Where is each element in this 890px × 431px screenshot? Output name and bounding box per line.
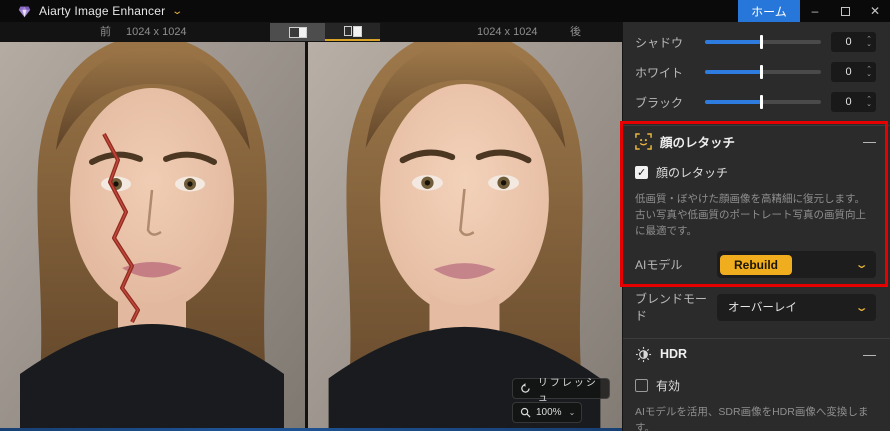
split-view-icon [288, 26, 307, 38]
white-label: ホワイト [635, 65, 684, 80]
blend-mode-row: ブレンドモード オーバーレイ ⌄ [635, 290, 876, 324]
side-by-side-icon [343, 25, 362, 37]
zoom-control[interactable]: 100% ⌄ [512, 402, 582, 423]
before-image [0, 22, 305, 428]
face-retouch-enable-label: 顔のレタッチ [656, 166, 729, 180]
split-view-button[interactable] [270, 23, 325, 41]
hdr-enable-row[interactable]: 有効 [635, 377, 876, 394]
hdr-body: 有効 AIモデルを活用、SDR画像をHDR画像へ変換します。 カラー機能と併用す… [623, 377, 890, 431]
after-image [308, 22, 622, 428]
before-size: 1024 x 1024 [126, 26, 187, 38]
hdr-enable-label: 有効 [656, 379, 681, 393]
maximize-button[interactable] [830, 0, 860, 22]
shadow-value[interactable]: 0 [831, 36, 866, 48]
face-retouch-title: 顔のレタッチ [660, 135, 736, 150]
chevron-down-icon: ⌄ [854, 301, 869, 314]
zoom-value: 100% [536, 407, 562, 418]
face-retouch-description: 低画質・ぼやけた顔画像を高精細に復元します。 古い写真や低画質のポートレート写真… [635, 193, 866, 237]
hdr-icon [635, 346, 652, 362]
app-title: Aiarty Image Enhancer [39, 4, 166, 18]
face-retouch-collapse-icon[interactable]: — [863, 134, 876, 149]
maximize-icon [840, 6, 850, 16]
blend-mode-dropdown[interactable]: オーバーレイ ⌄ [717, 293, 876, 321]
ai-model-dropdown[interactable]: Rebuild ⌄ [717, 251, 876, 278]
minimize-button[interactable]: – [800, 0, 830, 22]
black-stepper[interactable]: ⌃ ⌄ [866, 96, 872, 108]
compare-strip: 前 1024 x 1024 1024 x 1024 後 [0, 22, 622, 42]
face-retouch-checkbox[interactable] [635, 166, 648, 179]
refresh-icon [521, 383, 530, 393]
face-retouch-header[interactable]: 顔のレタッチ — [623, 126, 890, 156]
app-window: Aiarty Image Enhancer ⌄ ホーム – ✕ 前 1024 x… [0, 0, 890, 431]
ai-model-row: AIモデル Rebuild ⌄ [635, 251, 876, 278]
hdr-title: HDR [660, 347, 688, 361]
face-retouch-body: 顔のレタッチ 低画質・ぼやけた顔画像を高精細に復元します。 古い写真や低画質のポ… [623, 164, 890, 324]
black-label: ブラック [635, 95, 684, 110]
ai-model-label: AIモデル [635, 258, 683, 272]
face-detect-icon [635, 132, 652, 150]
hdr-description: AIモデルを活用、SDR画像をHDR画像へ変換します。 カラー機能と併用すること… [635, 406, 869, 431]
refresh-button[interactable]: リフレッシュ [512, 378, 610, 404]
blend-mode-label: ブレンドモード [635, 292, 708, 323]
white-slider-row: ホワイト 0 ⌃ ⌄ [623, 57, 890, 87]
shadow-label: シャドウ [635, 35, 684, 50]
shadow-slider-row: シャドウ 0 ⌃ ⌄ [623, 27, 890, 57]
white-slider-thumb[interactable] [759, 65, 763, 79]
hdr-checkbox[interactable] [635, 379, 648, 392]
app-menu-chevron-icon[interactable]: ⌄ [172, 6, 184, 17]
before-label: 前 [100, 26, 111, 38]
black-slider[interactable] [705, 95, 821, 109]
shadow-slider-thumb[interactable] [759, 35, 763, 49]
title-bar: Aiarty Image Enhancer ⌄ ホーム – ✕ [0, 0, 890, 22]
white-slider[interactable] [705, 65, 821, 79]
ai-model-selected: Rebuild [720, 254, 792, 275]
white-value[interactable]: 0 [831, 66, 866, 78]
face-retouch-enable-row[interactable]: 顔のレタッチ [635, 164, 876, 181]
white-stepper[interactable]: ⌃ ⌄ [866, 66, 872, 78]
after-size: 1024 x 1024 [477, 26, 538, 38]
hdr-header[interactable]: HDR — [623, 339, 890, 369]
shadow-slider[interactable] [705, 35, 821, 49]
white-value-box[interactable]: 0 ⌃ ⌄ [831, 62, 876, 82]
black-value[interactable]: 0 [831, 96, 866, 108]
app-logo-icon [18, 6, 31, 17]
black-slider-row: ブラック 0 ⌃ ⌄ [623, 87, 890, 117]
zoom-chevron-icon: ⌄ [568, 408, 576, 417]
shadow-stepper[interactable]: ⌃ ⌄ [866, 36, 872, 48]
refresh-label: リフレッシュ [537, 377, 598, 404]
hdr-collapse-icon[interactable]: — [863, 347, 876, 362]
after-label: 後 [570, 26, 581, 38]
black-value-box[interactable]: 0 ⌃ ⌄ [831, 92, 876, 112]
view-mode-toggle [270, 23, 380, 41]
black-slider-thumb[interactable] [759, 95, 763, 109]
close-button[interactable]: ✕ [860, 0, 890, 22]
side-by-side-view-button[interactable] [325, 23, 380, 41]
settings-panel: シャドウ 0 ⌃ ⌄ ホワイト 0 ⌃ ⌄ ブラック 0 ⌃ ⌄ 顔のレタッチ … [622, 22, 890, 431]
magnifier-icon [520, 407, 531, 418]
shadow-value-box[interactable]: 0 ⌃ ⌄ [831, 32, 876, 52]
blend-mode-selected: オーバーレイ [728, 302, 797, 314]
chevron-down-icon: ⌄ [854, 259, 869, 271]
home-button[interactable]: ホーム [738, 0, 800, 22]
